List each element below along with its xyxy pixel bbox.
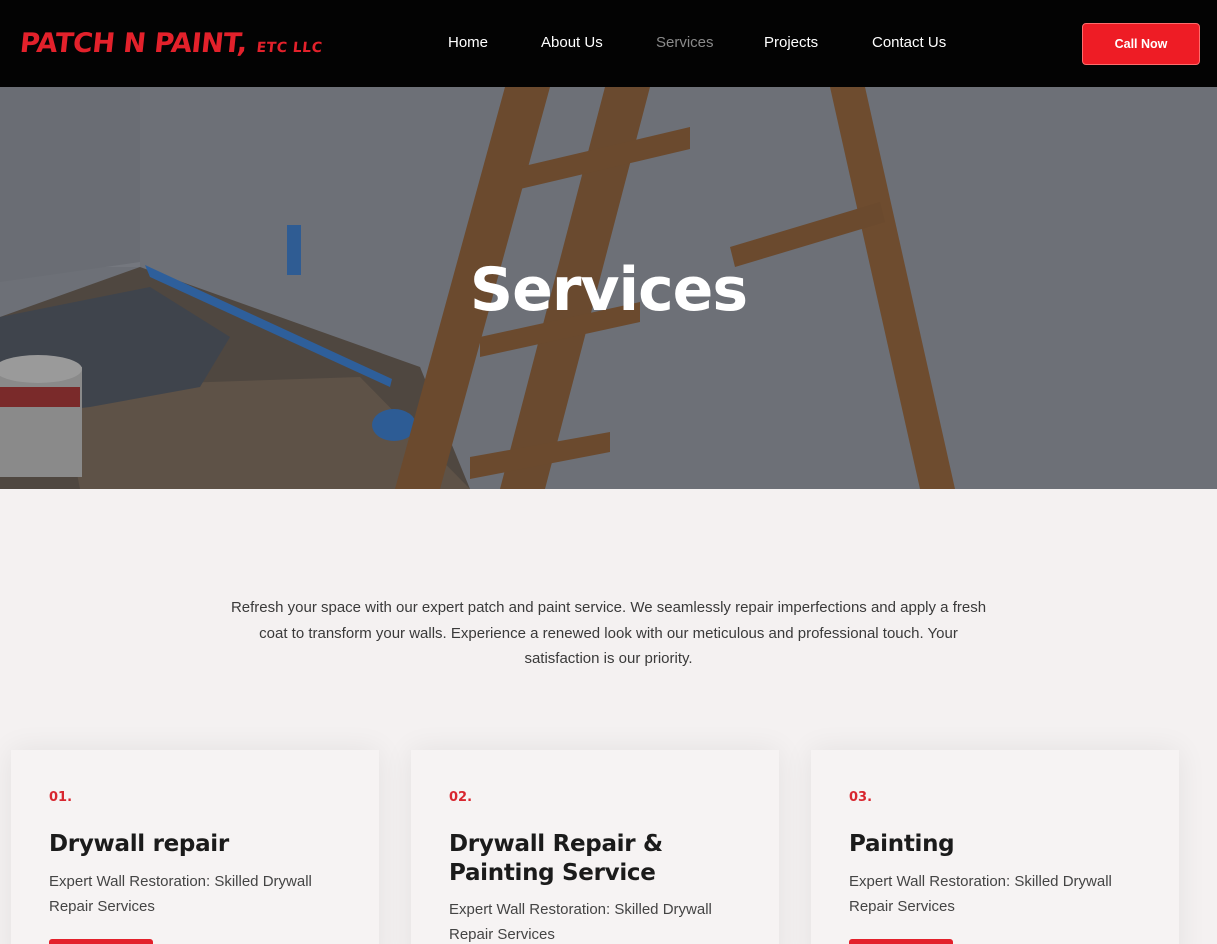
service-description: Expert Wall Restoration: Skilled Drywall… [849,873,1112,915]
service-card: 03. Painting Expert Wall Restoration: Sk… [811,750,1179,944]
call-now-button[interactable]: Call Now [1082,23,1200,65]
nav-services[interactable]: Services [656,34,714,51]
service-description: Expert Wall Restoration: Skilled Drywall… [449,901,712,943]
service-number: 01. [49,790,73,805]
hero-banner: Services [0,87,1217,489]
service-description: Expert Wall Restoration: Skilled Drywall… [49,873,312,915]
service-title: Drywall Repair & Painting Service [449,831,663,886]
service-number: 03. [849,790,873,805]
page-title: Services [469,255,748,325]
service-number: 02. [449,790,473,805]
service-button[interactable] [49,939,153,944]
nav-contact-us[interactable]: Contact Us [872,34,946,51]
service-title: Painting [849,831,955,857]
logo-sub-text: ETC LLC [255,40,324,56]
nav-about-us[interactable]: About Us [541,34,603,51]
logo-main-text: PATCH N PAINT, [18,28,249,59]
service-title: Drywall repair [49,831,229,857]
site-header: PATCH N PAINT, ETC LLC Home About Us Serv… [0,0,1217,87]
service-card: 02. Drywall Repair & Painting Service Ex… [411,750,779,944]
site-logo[interactable]: PATCH N PAINT, ETC LLC [18,28,324,59]
service-card: 01. Drywall repair Expert Wall Restorati… [11,750,379,944]
intro-text: Refresh your space with our expert patch… [230,599,987,667]
service-button[interactable] [849,939,953,944]
nav-projects[interactable]: Projects [764,34,818,51]
nav-home[interactable]: Home [448,34,488,51]
